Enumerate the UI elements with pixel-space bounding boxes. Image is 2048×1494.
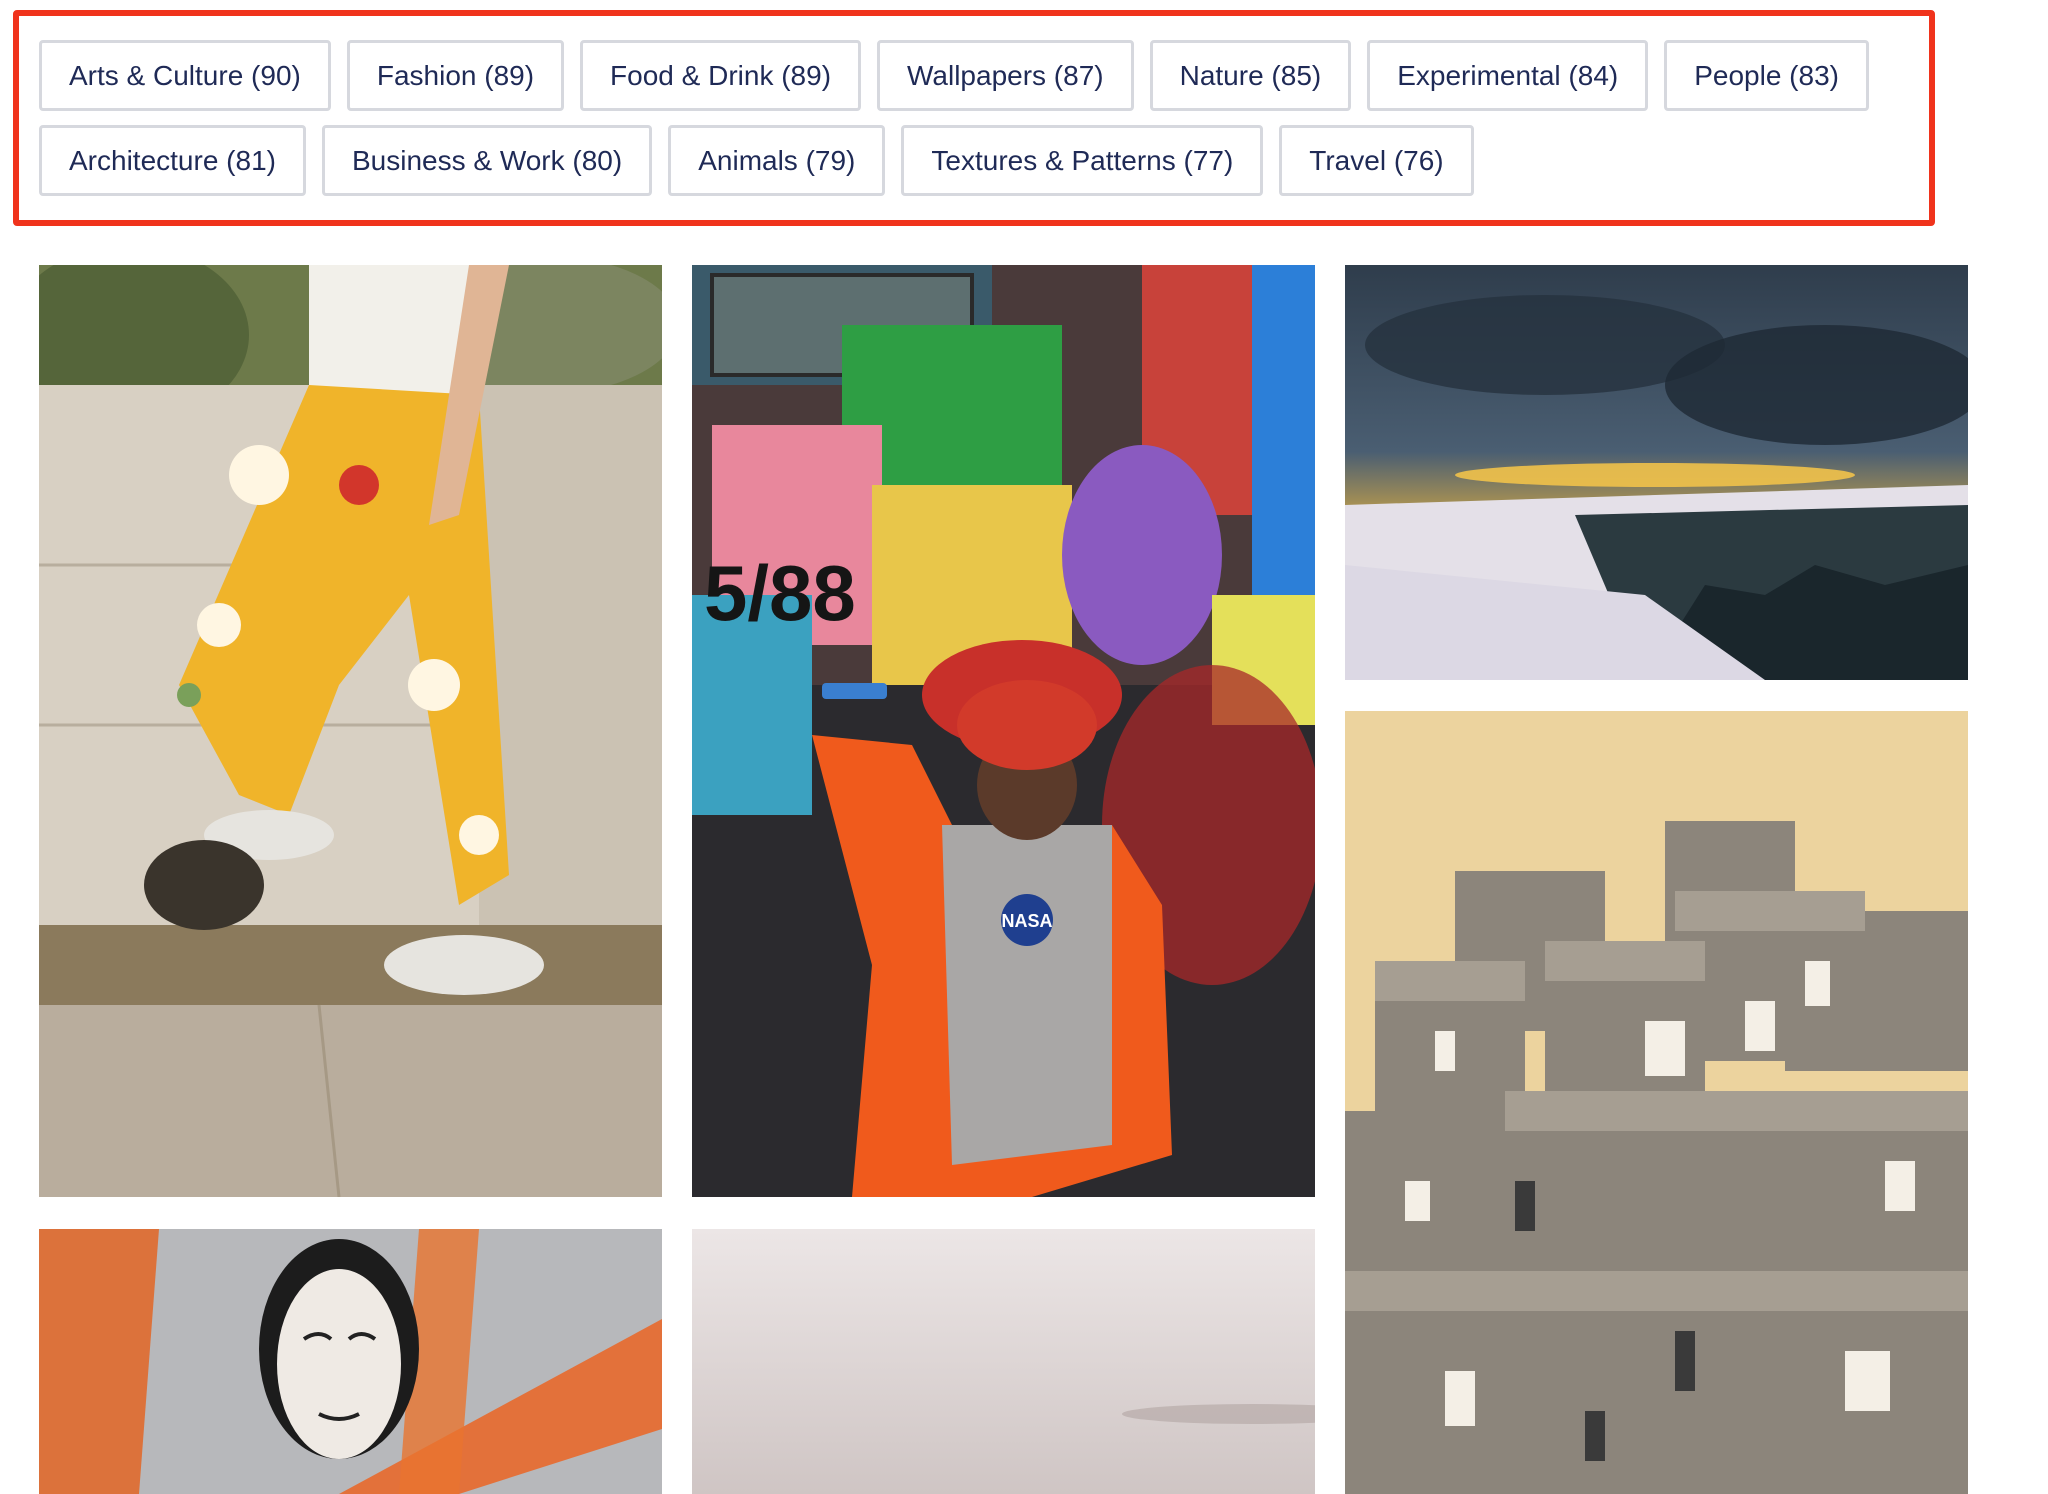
hoodie-logo-text: NASA xyxy=(1001,911,1052,931)
filter-tag-textures-patterns[interactable]: Textures & Patterns (77) xyxy=(901,125,1264,196)
category-filter-row-2: Architecture (81) Business & Work (80) A… xyxy=(39,125,1474,196)
filter-tag-food-drink[interactable]: Food & Drink (89) xyxy=(580,40,862,111)
filter-tag-animals[interactable]: Animals (79) xyxy=(668,125,886,196)
photo-architecture-concrete-blocks[interactable] xyxy=(1345,711,1968,1494)
filter-tag-travel[interactable]: Travel (76) xyxy=(1279,125,1474,196)
filter-tag-people[interactable]: People (83) xyxy=(1664,40,1869,111)
photo-fashion-yellow-pants[interactable] xyxy=(39,265,662,1197)
graffiti-text: 5/88 xyxy=(704,549,856,637)
photo-nature-snow-sunset[interactable] xyxy=(1345,265,1968,680)
filter-tag-fashion[interactable]: Fashion (89) xyxy=(346,40,565,111)
filter-tag-business-work[interactable]: Business & Work (80) xyxy=(321,125,653,196)
photo-street-art-mask[interactable] xyxy=(39,1229,662,1494)
filter-tag-arts-culture[interactable]: Arts & Culture (90) xyxy=(39,40,331,111)
filter-tag-wallpapers[interactable]: Wallpapers (87) xyxy=(877,40,1134,111)
photo-graffiti-orange-jacket[interactable]: 5/88 NASA xyxy=(692,265,1315,1197)
filter-tag-experimental[interactable]: Experimental (84) xyxy=(1367,40,1649,111)
gallery-page: Arts & Culture (90) Fashion (89) Food & … xyxy=(0,0,2048,1494)
photo-misty-landscape[interactable] xyxy=(692,1229,1315,1494)
category-filter-row-1: Arts & Culture (90) Fashion (89) Food & … xyxy=(39,40,1869,111)
filter-tag-architecture[interactable]: Architecture (81) xyxy=(39,125,306,196)
filter-tag-nature[interactable]: Nature (85) xyxy=(1149,40,1352,111)
